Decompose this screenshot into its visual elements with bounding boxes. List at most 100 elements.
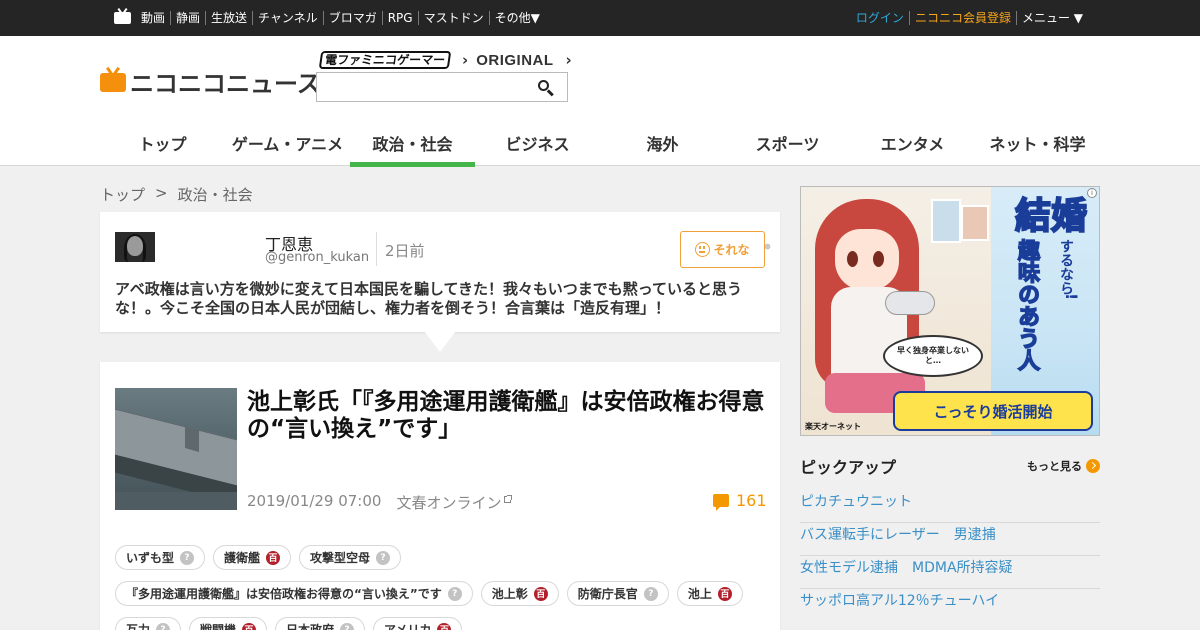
niconico-logo-icon xyxy=(100,66,126,92)
category-tab-business[interactable]: ビジネス xyxy=(475,120,600,166)
search-box xyxy=(316,72,568,102)
register-link[interactable]: ニコニコ会員登録 xyxy=(908,11,1016,25)
question-icon[interactable]: ? xyxy=(180,550,195,565)
breadcrumb-home[interactable]: トップ xyxy=(100,184,145,205)
arrow-right-circle-icon xyxy=(1086,459,1100,473)
niconico-tv-icon[interactable] xyxy=(114,7,131,24)
article-thumbnail[interactable] xyxy=(115,388,237,510)
menu-dropdown[interactable]: メニュー ▼ xyxy=(1015,11,1088,25)
category-tab-net-science[interactable]: ネット・科学 xyxy=(975,120,1100,166)
pickup-more-label: もっと見る xyxy=(1027,460,1082,473)
tag-pill[interactable]: 池上彰百 xyxy=(480,581,559,606)
tag-pill[interactable]: 護衛艦百 xyxy=(213,545,292,570)
pickup-item[interactable]: バス運転手にレーザー 男逮捕 xyxy=(800,523,1100,556)
ad-cta-button[interactable]: こっそり婚活開始 xyxy=(893,391,1093,431)
article-meta: 2019/01/29 07:00 文春オンライン xyxy=(247,492,513,513)
tag-pill[interactable]: 戦闘機百 xyxy=(189,617,268,630)
service-link-other[interactable]: その他▼ xyxy=(488,11,545,25)
question-icon[interactable]: ? xyxy=(643,586,658,601)
dictionary-icon[interactable]: 百 xyxy=(242,622,257,630)
pickup-item[interactable]: 女性モデル逮捕 MDMA所持容疑 xyxy=(800,556,1100,589)
service-link-rpg[interactable]: RPG xyxy=(381,11,418,25)
tag-row: 『多用途運用護衛艦』は安倍政権お得意の“言い換え”です? 池上彰百防衛庁長官? 池上… xyxy=(115,581,775,606)
search-input[interactable] xyxy=(317,73,533,101)
category-tab-entertainment[interactable]: エンタメ xyxy=(850,120,975,166)
service-link-video[interactable]: 動画 xyxy=(136,11,170,25)
service-link-channel[interactable]: チャンネル xyxy=(252,11,323,25)
pickup-item[interactable]: ピカチュウニット xyxy=(800,490,1100,523)
pickup-section: ピックアップ もっと見る ピカチュウニット バス運転手にレーザー 男逮捕 女性モ… xyxy=(800,456,1100,622)
tag-pill[interactable]: 池上百 xyxy=(676,581,743,606)
dictionary-icon[interactable]: 百 xyxy=(266,550,281,565)
ad-catch-line2: 趣味のあう人 xyxy=(1013,238,1040,372)
sorena-reaction-button[interactable]: それな xyxy=(680,231,765,268)
account-nav: ログイン ニコニコ会員登録 メニュー ▼ xyxy=(851,0,1088,36)
tag-row: いずも型? 護衛艦百攻撃型空母? xyxy=(115,545,775,570)
tag-label: 攻撃型空母 xyxy=(310,551,371,565)
breadcrumb: トップ > 政治・社会 xyxy=(100,184,253,205)
tag-pill[interactable]: いずも型? xyxy=(115,545,206,570)
article-source[interactable]: 文春オンライン xyxy=(396,492,513,513)
partner-links: 電ファミニコゲーマー › ORIGINAL › xyxy=(318,50,580,70)
tag-label: 戦闘機 xyxy=(200,623,237,630)
service-link-mastodon[interactable]: マストドン xyxy=(417,11,489,25)
ad-catchcopy: 結婚 趣味のあう人 するなら ! xyxy=(1007,193,1093,388)
category-tab-game-anime[interactable]: ゲーム・アニメ xyxy=(225,120,350,166)
tag-label: アメリカ xyxy=(384,623,432,630)
dictionary-icon[interactable]: 百 xyxy=(437,622,452,630)
dictionary-icon[interactable]: 百 xyxy=(717,586,732,601)
ad-info-icon[interactable]: i xyxy=(1087,188,1097,198)
tag-label: 防衛庁長官 xyxy=(577,587,638,601)
nico-news-logo[interactable]: ニコニコニュース xyxy=(100,63,321,98)
question-icon[interactable]: ? xyxy=(340,622,355,630)
partner-dengeki-logo[interactable]: 電ファミニコゲーマー xyxy=(318,51,452,69)
category-tab-world[interactable]: 海外 xyxy=(600,120,725,166)
chevron-right-icon: › xyxy=(462,51,469,69)
comment-timestamp: 2日前 xyxy=(385,242,425,260)
tag-pill[interactable]: 『多用途運用護衛艦』は安倍政権お得意の“言い換え”です? xyxy=(115,581,473,606)
service-link-seiga[interactable]: 静画 xyxy=(170,11,205,25)
game-controller-icon xyxy=(885,291,935,315)
article-title[interactable]: 池上彰氏「『多用途運用護衛艦』は安倍政権お得意の“言い換え”です」 xyxy=(247,389,767,443)
breadcrumb-current[interactable]: 政治・社会 xyxy=(178,184,253,205)
service-nav: 動画 静画 生放送 チャンネル ブロマガ RPG マストドン その他▼ xyxy=(136,0,545,36)
site-header: ニコニコニュース 電ファミニコゲーマー › ORIGINAL › トップ ゲーム… xyxy=(0,36,1200,167)
article-source-name: 文春オンライン xyxy=(396,494,502,512)
category-tab-top[interactable]: トップ xyxy=(100,120,225,166)
comment-body: アベ政権は言い方を微妙に変えて日本国民を騙してきた！我々もいつまでも黙っていると… xyxy=(115,280,743,317)
comment-count[interactable]: 161 xyxy=(713,491,767,511)
tag-pill[interactable]: アメリカ百 xyxy=(373,617,463,630)
category-nav: トップ ゲーム・アニメ 政治・社会 ビジネス 海外 スポーツ エンタメ ネット・… xyxy=(100,120,1100,167)
comment-count-value: 161 xyxy=(736,491,767,510)
tag-label: 護衛艦 xyxy=(224,551,261,565)
tag-label: 池上 xyxy=(687,587,712,601)
search-icon[interactable] xyxy=(538,80,554,97)
commenter-handle[interactable]: @genron_kukan xyxy=(265,250,369,265)
article-date: 2019/01/29 07:00 xyxy=(247,492,382,510)
dictionary-icon[interactable]: 百 xyxy=(533,586,548,601)
pickup-list: ピカチュウニット バス運転手にレーザー 男逮捕 女性モデル逮捕 MDMA所持容疑… xyxy=(800,490,1100,622)
tag-pill[interactable]: 防衛庁長官? xyxy=(566,581,669,606)
chevron-right-icon: › xyxy=(565,51,572,69)
service-link-live[interactable]: 生放送 xyxy=(205,11,252,25)
login-link[interactable]: ログイン xyxy=(851,11,909,25)
breadcrumb-separator: > xyxy=(155,184,168,202)
partner-original-link[interactable]: ORIGINAL xyxy=(476,52,553,69)
service-link-blomaga[interactable]: ブロマガ xyxy=(322,11,382,25)
tag-pill[interactable]: 互力? xyxy=(115,617,182,630)
tag-pill[interactable]: 攻撃型空母? xyxy=(299,545,402,570)
question-icon[interactable]: ? xyxy=(447,586,462,601)
category-tab-sports[interactable]: スポーツ xyxy=(725,120,850,166)
pickup-item[interactable]: サッポロ高アル12％チューハイ xyxy=(800,589,1100,622)
category-tab-politics-society[interactable]: 政治・社会 xyxy=(350,120,475,167)
question-icon[interactable]: ? xyxy=(376,550,391,565)
tag-label: 『多用途運用護衛艦』は安倍政権お得意の“言い換え”です xyxy=(126,587,442,601)
external-link-icon xyxy=(504,495,513,503)
tag-pill[interactable]: 日本政府? xyxy=(275,617,366,630)
ad-catch-small2: ! xyxy=(1062,293,1081,301)
question-icon[interactable]: ? xyxy=(156,622,171,630)
logo-text: ニコニコニュース xyxy=(130,70,321,98)
pickup-more-link[interactable]: もっと見る xyxy=(1027,458,1100,474)
commenter-avatar[interactable] xyxy=(115,232,155,262)
sidebar-ad-banner[interactable]: 早く独身卒業しないと… 結婚 趣味のあう人 するなら ! こっそり婚活開始 楽天… xyxy=(800,186,1100,436)
